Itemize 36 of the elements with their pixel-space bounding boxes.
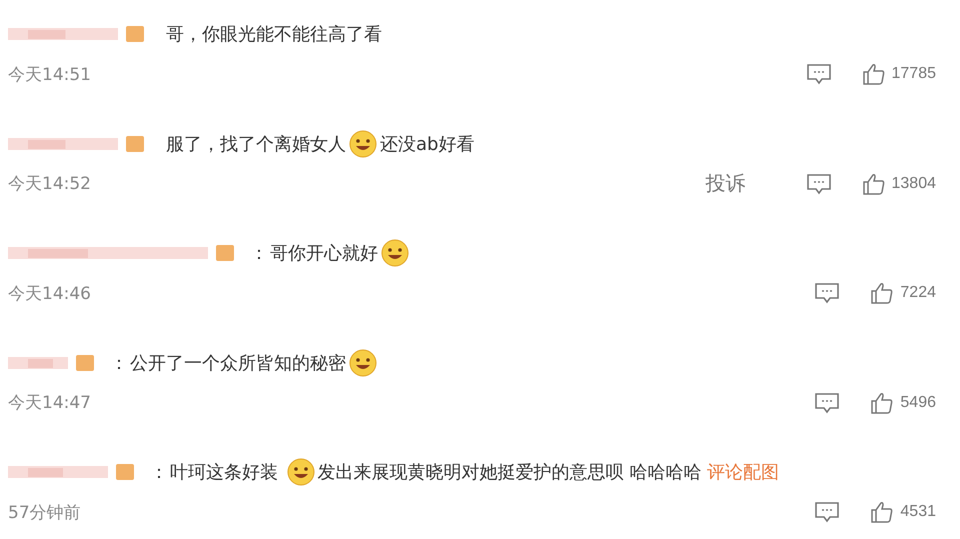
comment-time: 57分钟前	[8, 502, 81, 524]
comment-text: 叶珂这条好装	[170, 461, 279, 484]
comment-time: 今天14:52	[8, 173, 91, 195]
like-button[interactable]: 4531	[870, 500, 936, 524]
thumbs-up-icon	[862, 62, 886, 86]
comment-time: 今天14:51	[8, 64, 91, 86]
comment-time: 今天14:47	[8, 392, 91, 414]
thumbs-up-icon	[862, 172, 886, 196]
comment-icon[interactable]	[814, 392, 840, 414]
thumbs-up-icon	[870, 390, 894, 414]
comment-text: 哥，你眼光能不能往高了看	[166, 23, 382, 46]
comment-text: 还没ab好看	[380, 132, 474, 156]
comment-icon[interactable]	[806, 63, 832, 85]
emoji-icon	[348, 348, 378, 378]
like-button[interactable]: 13804	[862, 172, 936, 196]
comment-text: 哥你开心就好	[270, 242, 378, 265]
colon: ：	[250, 242, 268, 265]
thumbs-up-icon	[870, 281, 894, 305]
like-button[interactable]: 5496	[870, 390, 936, 414]
comment-image-link[interactable]: 评论配图	[707, 460, 780, 484]
colon: ：	[110, 352, 128, 374]
comment-text: 服了，找了个离婚女人	[166, 132, 346, 156]
like-button[interactable]: 17785	[862, 62, 936, 86]
comment-text: 发出来展现黄晓明对她挺爱护的意思呗 哈哈哈哈	[318, 461, 702, 484]
comment-icon[interactable]	[806, 172, 832, 194]
emoji-icon	[286, 457, 316, 487]
like-button[interactable]: 7224	[870, 281, 936, 305]
thumbs-up-icon	[870, 500, 894, 524]
report-link[interactable]: 投诉	[706, 170, 746, 197]
emoji-icon	[380, 238, 410, 268]
emoji-icon	[348, 128, 378, 158]
comment-time: 今天14:46	[8, 282, 91, 304]
comment-icon[interactable]	[814, 501, 840, 523]
comment-icon[interactable]	[814, 282, 840, 304]
comment-text: 公开了一个众所皆知的秘密	[130, 352, 346, 374]
colon: ：	[150, 461, 168, 484]
